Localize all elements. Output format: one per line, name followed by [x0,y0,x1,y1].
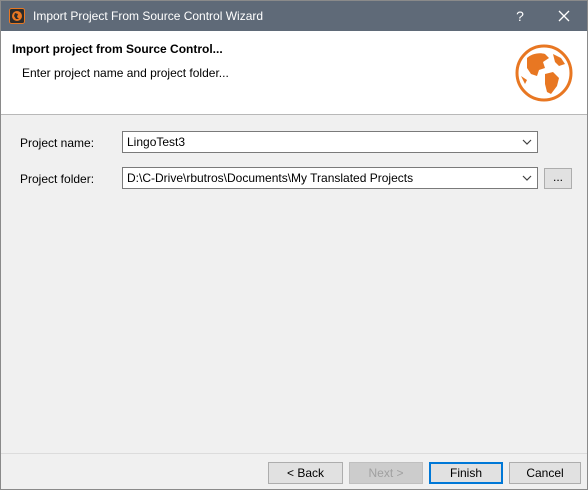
globe-icon [515,44,573,102]
wizard-window: Import Project From Source Control Wizar… [0,0,588,490]
cancel-button[interactable]: Cancel [509,462,581,484]
wizard-header: Import project from Source Control... En… [1,31,587,115]
chevron-down-icon[interactable] [520,135,534,149]
finish-button[interactable]: Finish [429,462,503,484]
chevron-down-icon[interactable] [520,171,534,185]
title-bar[interactable]: Import Project From Source Control Wizar… [1,1,587,31]
close-icon[interactable] [549,1,579,31]
project-name-label: Project name: [20,136,95,150]
project-folder-combobox[interactable]: D:\C-Drive\rbutros\Documents\My Translat… [122,167,538,189]
header-subtitle: Enter project name and project folder... [22,66,229,80]
header-title: Import project from Source Control... [12,42,223,56]
project-folder-value[interactable]: D:\C-Drive\rbutros\Documents\My Translat… [127,171,512,185]
help-button[interactable]: ? [509,1,531,31]
next-button[interactable]: Next > [349,462,423,484]
project-name-combobox[interactable]: LingoTest3 [122,131,538,153]
project-name-value[interactable]: LingoTest3 [127,135,512,149]
browse-folder-button[interactable]: ... [544,168,572,189]
window-title: Import Project From Source Control Wizar… [33,9,264,23]
app-icon [9,8,25,24]
back-button[interactable]: < Back [268,462,343,484]
footer-divider [1,453,587,454]
project-folder-label: Project folder: [20,172,95,186]
